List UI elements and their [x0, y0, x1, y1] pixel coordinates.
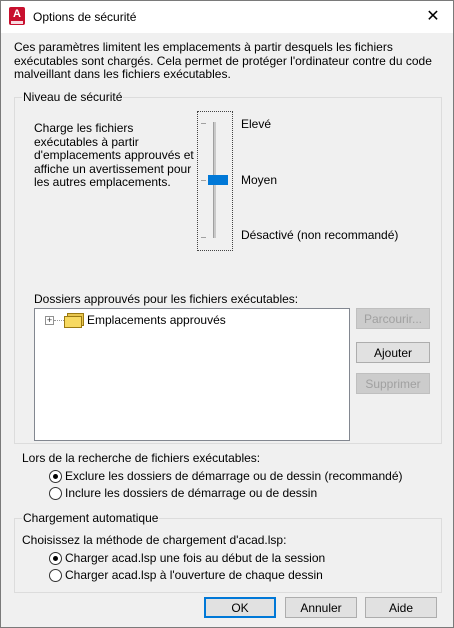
- level-label-high: Elevé: [241, 117, 272, 131]
- level-label-off: Désactivé (non recommandé): [241, 228, 399, 242]
- window-title: Options de sécurité: [33, 10, 137, 24]
- expand-icon[interactable]: +: [45, 316, 54, 325]
- close-button[interactable]: ✕: [413, 1, 453, 33]
- radio-load-each-label: Charger acad.lsp à l'ouverture de chaque…: [65, 568, 323, 582]
- security-options-dialog: A Options de sécurité ✕ Ces paramètres l…: [0, 0, 454, 628]
- radio-button-checked[interactable]: [49, 552, 62, 565]
- description-text: Ces paramètres limitent les emplacements…: [14, 40, 432, 81]
- autoload-prompt: Choisissez la méthode de chargement d'ac…: [22, 533, 287, 547]
- radio-button-checked[interactable]: [49, 470, 62, 483]
- slider-tick: [201, 123, 206, 124]
- radio-include-label: Inclure les dossiers de démarrage ou de …: [65, 486, 318, 500]
- approved-folders-label: Dossiers approuvés pour les fichiers exé…: [34, 292, 299, 306]
- tree-item-approved-locations[interactable]: Emplacements approuvés: [87, 313, 226, 327]
- folder-icon: [64, 313, 84, 328]
- title-bar: A Options de sécurité ✕: [1, 1, 453, 33]
- radio-load-once-label: Charger acad.lsp une fois au début de la…: [65, 551, 326, 565]
- add-button[interactable]: Ajouter: [356, 342, 430, 363]
- help-button[interactable]: Aide: [365, 597, 437, 618]
- ok-button[interactable]: OK: [204, 597, 276, 618]
- slider-tick: [201, 180, 206, 181]
- cancel-button[interactable]: Annuler: [285, 597, 357, 618]
- search-label: Lors de la recherche de fichiers exécuta…: [22, 451, 261, 465]
- autocad-app-icon: A: [9, 7, 25, 25]
- security-level-slider[interactable]: [197, 111, 233, 251]
- delete-button[interactable]: Supprimer: [356, 373, 430, 394]
- approved-folders-tree[interactable]: + Emplacements approuvés: [34, 308, 350, 441]
- radio-button[interactable]: [49, 487, 62, 500]
- browse-button[interactable]: Parcourir...: [356, 308, 430, 329]
- security-level-legend: Niveau de sécurité: [22, 90, 124, 104]
- security-level-description: Charge les fichiers exécutables à partir…: [34, 121, 194, 189]
- level-label-medium: Moyen: [241, 173, 278, 187]
- tree-connector: [54, 320, 64, 321]
- radio-button[interactable]: [49, 569, 62, 582]
- autoload-legend: Chargement automatique: [22, 511, 160, 525]
- slider-tick: [201, 237, 206, 238]
- slider-thumb[interactable]: [208, 175, 228, 185]
- radio-exclude-label: Exclure les dossiers de démarrage ou de …: [65, 469, 403, 483]
- close-icon: ✕: [426, 8, 440, 25]
